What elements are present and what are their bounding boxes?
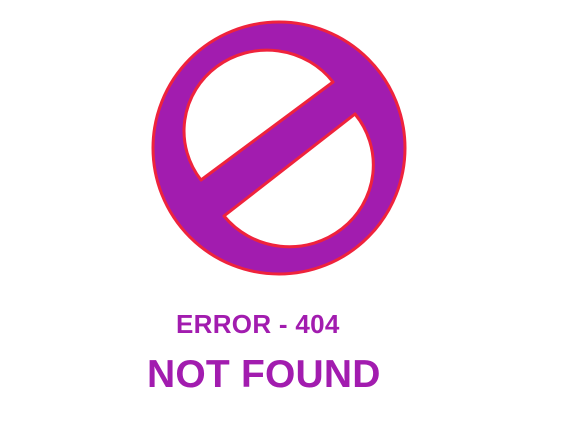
not-found-label: NOT FOUND xyxy=(147,353,381,396)
error-page: ERROR - 404 NOT FOUND xyxy=(0,0,563,448)
prohibited-icon-group xyxy=(151,20,407,276)
error-code-label: ERROR - 404 xyxy=(176,309,340,339)
prohibited-icon xyxy=(151,20,407,276)
